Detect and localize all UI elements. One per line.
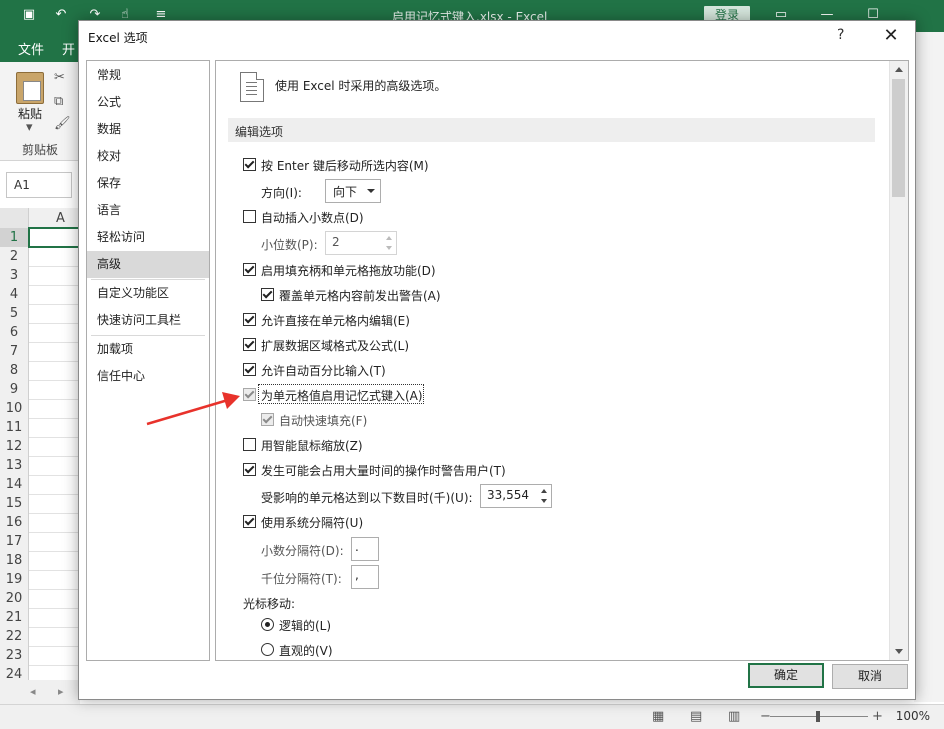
annotation-arrow — [146, 392, 240, 426]
arrow-head — [222, 392, 240, 409]
arrow-shaft — [146, 398, 229, 426]
